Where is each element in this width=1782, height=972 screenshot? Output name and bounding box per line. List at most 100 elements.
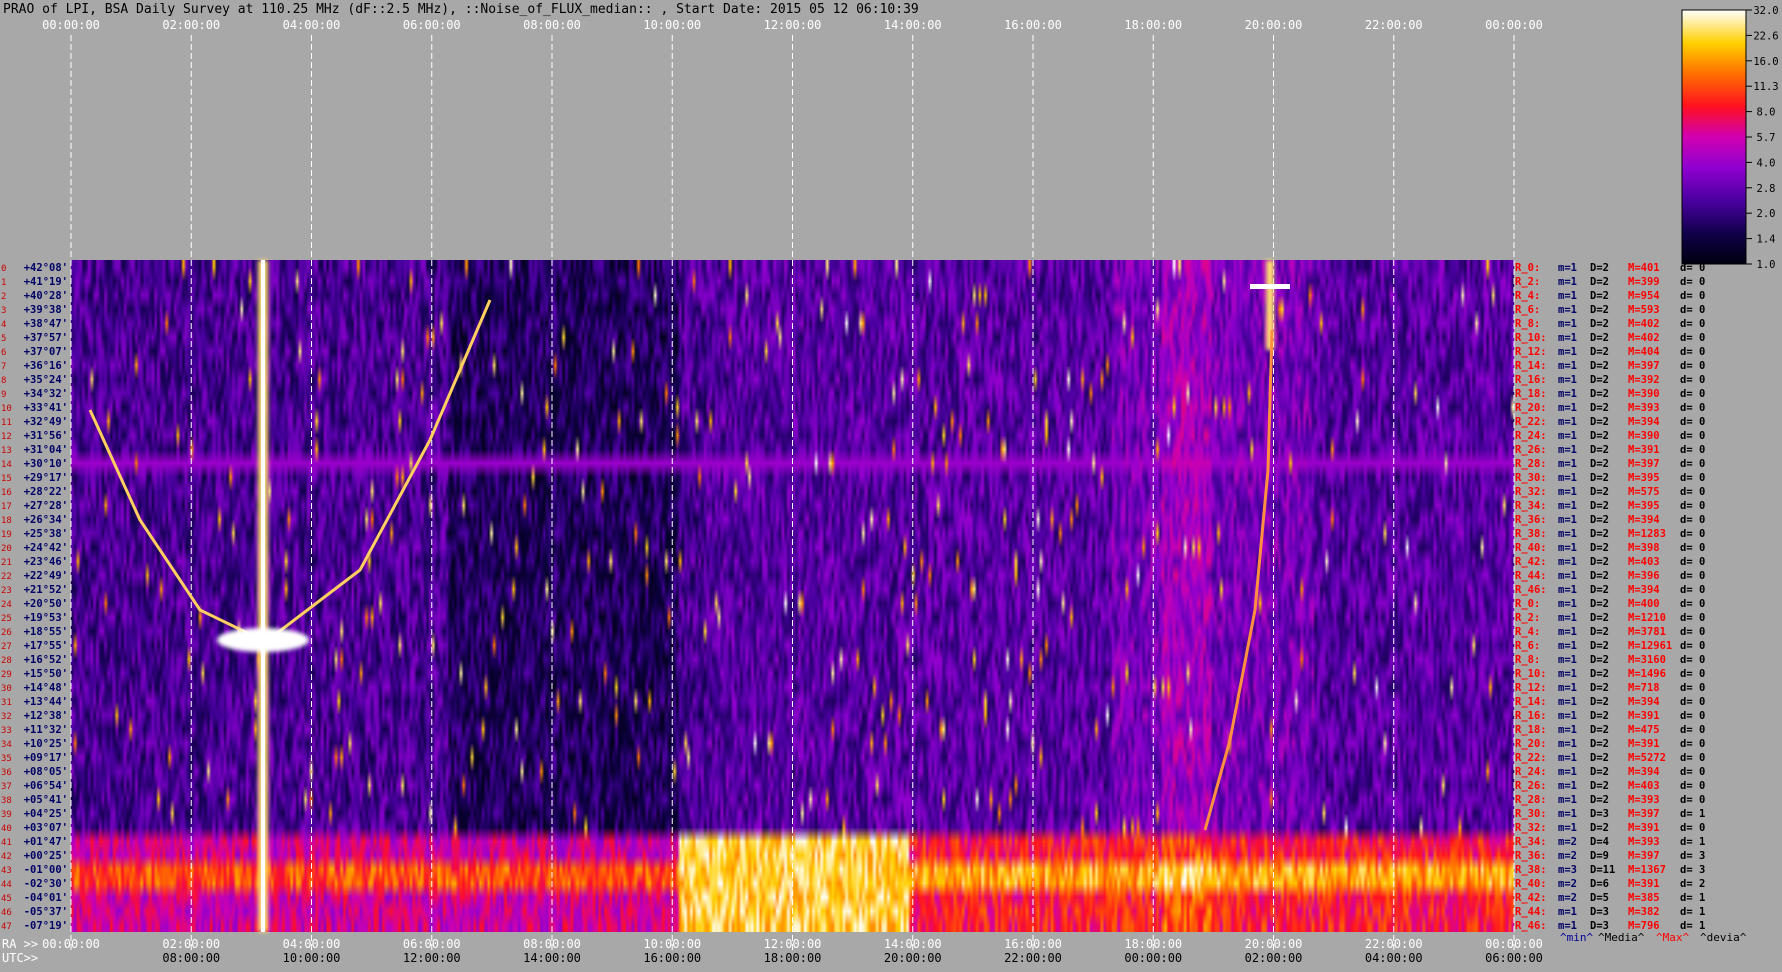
stat-median: D=2 [1590, 752, 1609, 764]
stat-median: D=2 [1590, 654, 1609, 666]
stat-min: m=1 [1558, 780, 1577, 792]
stat-median: D=2 [1590, 640, 1609, 652]
stat-max: M=397 [1628, 808, 1660, 820]
row-number: 20 [1, 544, 12, 554]
declination-label: +32°49' [24, 416, 68, 428]
stat-devia: d= 0 [1680, 710, 1705, 722]
colorbar-tick-label: 1.4 [1757, 234, 1776, 246]
stat-devia: d= 0 [1680, 500, 1705, 512]
declination-label: +41°19' [24, 276, 68, 288]
stat-min: m=1 [1558, 430, 1577, 442]
declination-label: +23°46' [24, 556, 68, 568]
top-time-label: 04:00:00 [283, 18, 341, 32]
stat-max: M=393 [1628, 836, 1660, 848]
stat-devia: d= 2 [1680, 878, 1705, 890]
stat-devia: d= 0 [1680, 444, 1705, 456]
stat-median: D=2 [1590, 304, 1609, 316]
stat-max: M=404 [1628, 346, 1660, 358]
stat-max: M=385 [1628, 892, 1660, 904]
stat-row-label: R_2: [1515, 276, 1540, 288]
row-number: 12 [1, 432, 12, 442]
stat-median: D=2 [1590, 528, 1609, 540]
stat-max: M=397 [1628, 360, 1660, 372]
stat-max: M=394 [1628, 584, 1660, 596]
stat-median: D=2 [1590, 402, 1609, 414]
row-number: 28 [1, 656, 12, 666]
stat-max: M=391 [1628, 738, 1660, 750]
stat-devia: d= 0 [1680, 416, 1705, 428]
stat-max: M=396 [1628, 570, 1660, 582]
colorbar-tick-label: 5.7 [1757, 132, 1776, 144]
declination-label: +22°49' [24, 570, 68, 582]
stat-min: m=1 [1558, 388, 1577, 400]
stat-row-label: R_32: [1515, 486, 1547, 498]
declination-label: +13°44' [24, 696, 68, 708]
stat-max: M=397 [1628, 850, 1660, 862]
utc-label: 12:00:00 [403, 951, 461, 965]
stat-max: M=3781 [1628, 626, 1666, 638]
row-number: 22 [1, 572, 12, 582]
stat-median: D=2 [1590, 472, 1609, 484]
stat-devia: d= 0 [1680, 780, 1705, 792]
stat-median: D=2 [1590, 416, 1609, 428]
stat-row-label: R_16: [1515, 710, 1547, 722]
stat-max: M=395 [1628, 500, 1660, 512]
stat-median: D=2 [1590, 388, 1609, 400]
stat-row-label: R_10: [1515, 332, 1547, 344]
stat-min: m=1 [1558, 402, 1577, 414]
stat-max: M=575 [1628, 486, 1660, 498]
stat-max: M=403 [1628, 556, 1660, 568]
declination-label: +16°52' [24, 654, 68, 666]
stat-min: m=1 [1558, 598, 1577, 610]
stat-max: M=954 [1628, 290, 1660, 302]
stat-row-label: R_16: [1515, 374, 1547, 386]
stat-devia: d= 0 [1680, 654, 1705, 666]
row-number-axis: 0123456789101112131415161718192021222324… [1, 264, 12, 932]
stat-row-label: R_22: [1515, 752, 1547, 764]
stat-devia: d= 0 [1680, 458, 1705, 470]
stat-median: D=3 [1590, 906, 1609, 918]
stat-max: M=402 [1628, 332, 1660, 344]
top-time-label: 06:00:00 [403, 18, 461, 32]
stat-max: M=400 [1628, 598, 1660, 610]
stat-row-label: R_32: [1515, 822, 1547, 834]
stat-devia: d= 3 [1680, 850, 1705, 862]
declination-label: +17°55' [24, 640, 68, 652]
stat-devia: d= 0 [1680, 528, 1705, 540]
stat-devia: d= 0 [1680, 738, 1705, 750]
stat-row-label: R_14: [1515, 360, 1547, 372]
stat-max: M=391 [1628, 444, 1660, 456]
stat-median: D=2 [1590, 290, 1609, 302]
colorbar-tick-label: 8.0 [1757, 107, 1776, 119]
declination-label: -05°37' [24, 906, 68, 918]
stat-devia: d= 0 [1680, 570, 1705, 582]
top-time-axis: 00:00:00 02:00:00 04:00:00 06:00:00 08:00:00… [42, 18, 1543, 32]
row-number: 6 [1, 348, 6, 358]
colorbar-tick-label: 4.0 [1757, 157, 1776, 169]
stat-median: D=5 [1590, 892, 1609, 904]
stat-row-label: R_22: [1515, 416, 1547, 428]
stat-devia: d= 0 [1680, 276, 1705, 288]
stat-median: D=2 [1590, 360, 1609, 372]
stat-median: D=2 [1590, 612, 1609, 624]
stat-min: m=3 [1558, 864, 1577, 876]
row-number: 24 [1, 600, 12, 610]
row-number: 0 [1, 264, 6, 274]
row-stats: R_0: m=1 D=2 M=401 d= 0 R_2: m=1 D=2 M=399 d= 0 R_… [1515, 262, 1747, 944]
colorbar-tick-label: 32.0 [1753, 5, 1778, 17]
ra-label: 00:00:00 [1485, 937, 1543, 951]
utc-label: 20:00:00 [884, 951, 942, 965]
stat-row-label: R_42: [1515, 892, 1547, 904]
stat-median: D=2 [1590, 486, 1609, 498]
stat-median: D=2 [1590, 696, 1609, 708]
ra-label: 06:00:00 [403, 937, 461, 951]
declination-label: +31°04' [24, 444, 68, 456]
stat-median: D=2 [1590, 458, 1609, 470]
declination-label: +33°41' [24, 402, 68, 414]
ra-label: 00:00:00 [42, 937, 100, 951]
declination-label: +35°24' [24, 374, 68, 386]
stat-row-label: R_8: [1515, 654, 1540, 666]
row-number: 4 [1, 320, 6, 330]
row-number: 13 [1, 446, 12, 456]
stat-median: D=2 [1590, 374, 1609, 386]
